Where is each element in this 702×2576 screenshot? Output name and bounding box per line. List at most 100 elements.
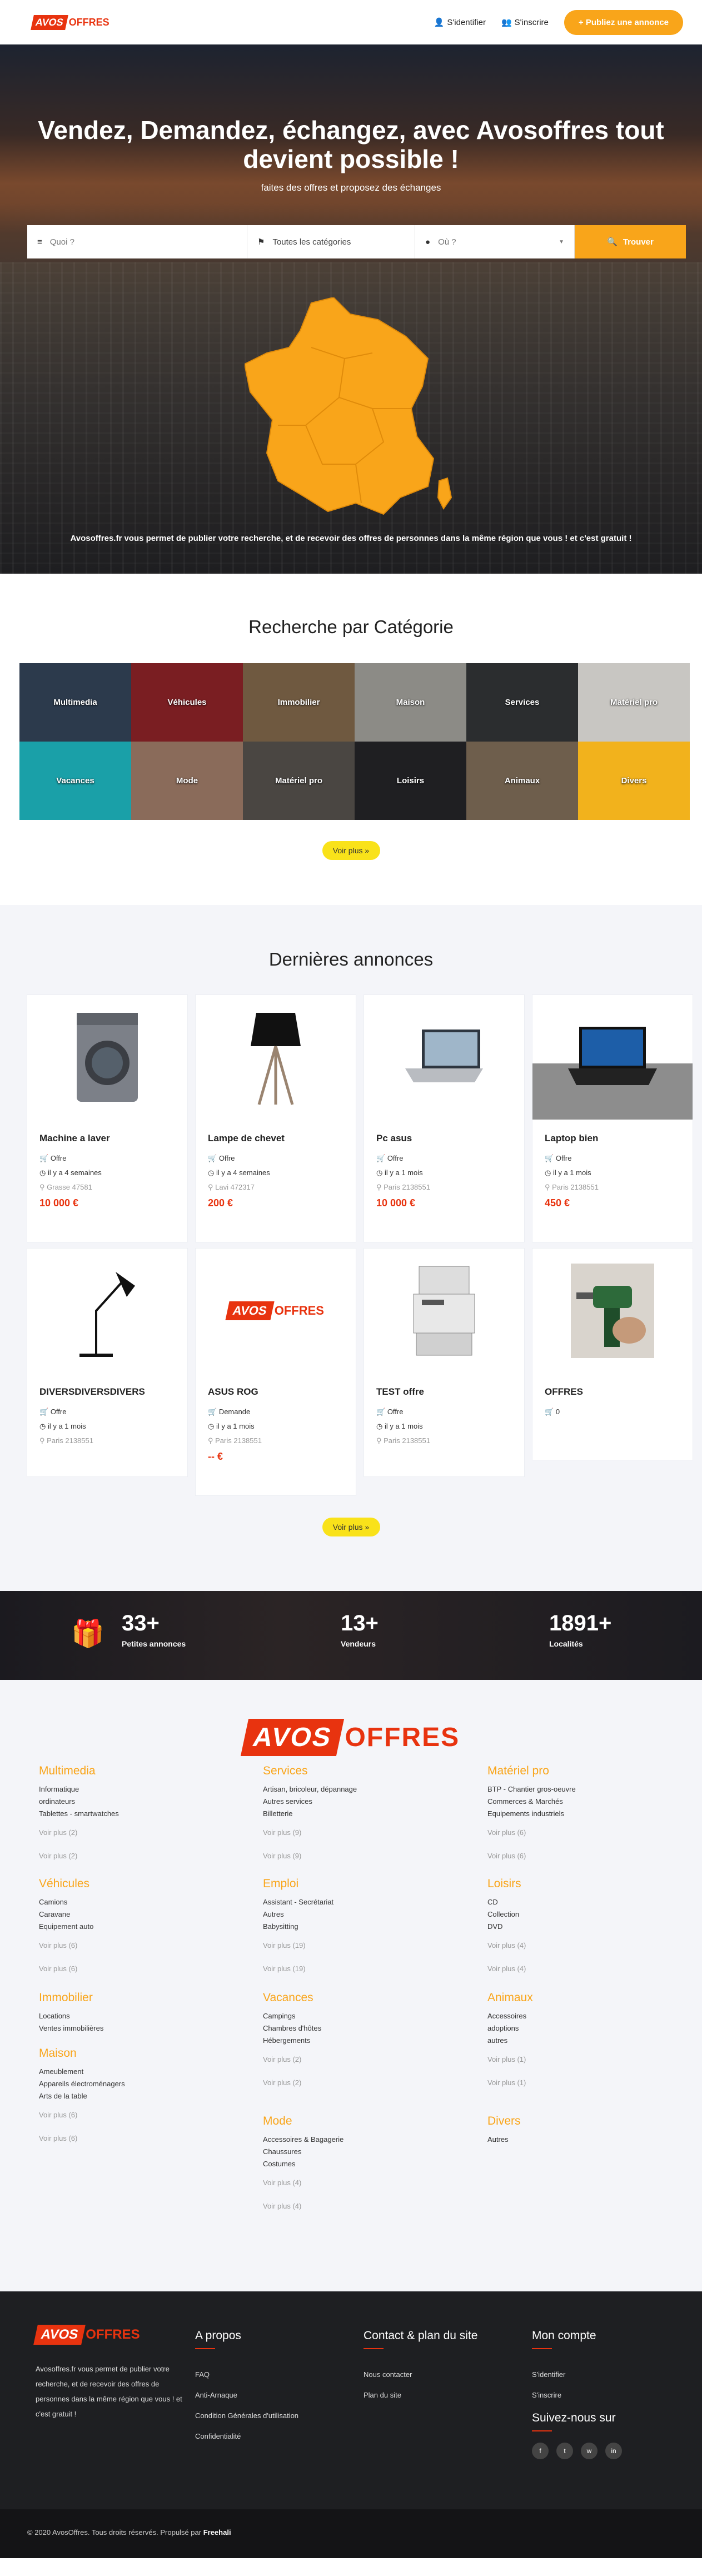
- category-group-item[interactable]: Equipement auto: [39, 1921, 206, 1933]
- category-group-item[interactable]: Caravane: [39, 1908, 206, 1921]
- category-group-item[interactable]: DVD: [487, 1921, 654, 1933]
- category-group-more[interactable]: Voir plus (6): [39, 2132, 206, 2145]
- register-link[interactable]: 👥 S'inscrire: [501, 17, 549, 27]
- category-group-title[interactable]: Emploi: [263, 1877, 430, 1891]
- login-link[interactable]: 👤 S'identifier: [434, 17, 486, 27]
- category-group-item[interactable]: Ameublement: [39, 2066, 206, 2078]
- category-group-title[interactable]: Mode: [263, 2115, 430, 2128]
- ad-card[interactable]: OFFRES 🛒 0: [532, 1249, 693, 1460]
- category-group-more[interactable]: Voir plus (4): [263, 2200, 430, 2212]
- ad-title[interactable]: TEST offre: [376, 1386, 512, 1398]
- footer-logo[interactable]: AVOS OFFRES: [33, 2325, 194, 2345]
- category-group-more[interactable]: Voir plus (4): [487, 1963, 654, 1975]
- category-group-more[interactable]: Voir plus (1): [487, 2077, 654, 2089]
- category-group-item[interactable]: Arts de la table: [39, 2090, 206, 2102]
- category-group-item[interactable]: Informatique: [39, 1783, 206, 1796]
- ad-card[interactable]: Laptop bien 🛒 Offre ◷ il y a 1 mois ⚲ Paris…: [532, 995, 693, 1242]
- category-group-item[interactable]: Ventes immobilières: [39, 2022, 206, 2035]
- category-group-item[interactable]: Campings: [263, 2010, 430, 2022]
- category-group-item[interactable]: Tablettes - smartwatches: [39, 1808, 206, 1820]
- category-group-more[interactable]: Voir plus (19): [263, 1963, 430, 1975]
- category-tile[interactable]: Multimedia: [19, 663, 131, 742]
- category-group-title[interactable]: Multimedia: [39, 1764, 206, 1778]
- footer-link-anti-arnaque[interactable]: Anti-Arnaque: [195, 2391, 298, 2399]
- ad-title[interactable]: Lampe de chevet: [208, 1133, 343, 1144]
- ad-card[interactable]: Lampe de chevet 🛒 Offre ◷ il y a 4 semaine…: [196, 995, 356, 1242]
- facebook-icon[interactable]: f: [532, 2443, 549, 2459]
- category-group-more[interactable]: Voir plus (6): [39, 2109, 206, 2121]
- category-group-title[interactable]: Animaux: [487, 1991, 654, 2005]
- category-group-item[interactable]: Billetterie: [263, 1808, 430, 1820]
- footer-link-privacy[interactable]: Confidentialité: [195, 2432, 298, 2440]
- category-group-item[interactable]: ordinateurs: [39, 1796, 206, 1808]
- category-group-title[interactable]: Vacances: [263, 1991, 430, 2005]
- search-button[interactable]: 🔍 Trouver: [575, 225, 686, 258]
- category-group-more[interactable]: Voir plus (1): [487, 2053, 654, 2066]
- footer-link-cgu[interactable]: Condition Générales d'utilisation: [195, 2411, 298, 2420]
- twitter-icon[interactable]: t: [556, 2443, 573, 2459]
- category-tile[interactable]: Vacances: [19, 742, 131, 820]
- category-group-more[interactable]: Voir plus (9): [263, 1827, 430, 1839]
- ad-card[interactable]: AVOS OFFRES ASUS ROG 🛒 Demande ◷ il y a 1 mo…: [196, 1249, 356, 1495]
- category-group-more[interactable]: Voir plus (4): [263, 2177, 430, 2189]
- category-tile[interactable]: Matériel pro: [243, 742, 355, 820]
- ad-title[interactable]: Laptop bien: [545, 1133, 680, 1144]
- category-group-item[interactable]: Costumes: [263, 2158, 430, 2170]
- category-group-item[interactable]: autres: [487, 2035, 654, 2047]
- category-group-item[interactable]: Autres services: [263, 1796, 430, 1808]
- category-group-item[interactable]: CD: [487, 1896, 654, 1908]
- site-logo[interactable]: AVOS OFFRES: [31, 14, 109, 30]
- category-tile[interactable]: Mode: [131, 742, 243, 820]
- category-tile[interactable]: Matériel pro: [578, 663, 690, 742]
- category-group-item[interactable]: Chambres d'hôtes: [263, 2022, 430, 2035]
- category-group-item[interactable]: Commerces & Marchés: [487, 1796, 654, 1808]
- ad-card[interactable]: Machine a laver 🛒 Offre ◷ il y a 4 semaine…: [27, 995, 187, 1242]
- category-group-item[interactable]: Collection: [487, 1908, 654, 1921]
- ad-card[interactable]: Pc asus 🛒 Offre ◷ il y a 1 mois ⚲ Paris 213…: [364, 995, 524, 1242]
- category-group-title[interactable]: Divers: [487, 2115, 654, 2128]
- publish-button[interactable]: + Publiez une annonce: [564, 9, 683, 35]
- category-group-more[interactable]: Voir plus (4): [487, 1940, 654, 1952]
- footer-link-login[interactable]: S'identifier: [532, 2370, 622, 2379]
- category-group-more[interactable]: Voir plus (6): [39, 1963, 206, 1975]
- ad-card[interactable]: DIVERSDIVERSDIVERS 🛒 Offre ◷ il y a 1 mois…: [27, 1249, 187, 1476]
- category-group-item[interactable]: Assistant - Secrétariat: [263, 1896, 430, 1908]
- category-group-more[interactable]: Voir plus (2): [39, 1827, 206, 1839]
- category-tile[interactable]: Loisirs: [355, 742, 466, 820]
- footer-link-sitemap[interactable]: Plan du site: [364, 2391, 477, 2399]
- category-group-more[interactable]: Voir plus (6): [487, 1850, 654, 1862]
- ad-card[interactable]: TEST offre 🛒 Offre ◷ il y a 1 mois ⚲ Paris …: [364, 1249, 524, 1476]
- category-group-item[interactable]: Chaussures: [263, 2146, 430, 2158]
- category-group-item[interactable]: Hébergements: [263, 2035, 430, 2047]
- category-group-title[interactable]: Matériel pro: [487, 1764, 654, 1778]
- search-where[interactable]: ● Où ? ▼: [415, 225, 575, 258]
- footer-link-faq[interactable]: FAQ: [195, 2370, 298, 2379]
- category-group-title[interactable]: Véhicules: [39, 1877, 206, 1891]
- category-group-title[interactable]: Maison: [39, 2047, 206, 2060]
- category-group-item[interactable]: Camions: [39, 1896, 206, 1908]
- footer-link-register[interactable]: S'inscrire: [532, 2391, 622, 2399]
- whatsapp-icon[interactable]: w: [581, 2443, 598, 2459]
- france-map[interactable]: [245, 297, 461, 520]
- category-group-item[interactable]: Autres: [487, 2134, 654, 2146]
- search-what[interactable]: ≡ Quoi ?: [27, 225, 247, 258]
- category-group-item[interactable]: Equipements industriels: [487, 1808, 654, 1820]
- ad-title[interactable]: Pc asus: [376, 1133, 512, 1144]
- category-group-title[interactable]: Services: [263, 1764, 430, 1778]
- category-group-title[interactable]: Immobilier: [39, 1991, 206, 2005]
- category-group-more[interactable]: Voir plus (6): [487, 1827, 654, 1839]
- category-tile[interactable]: Services: [466, 663, 578, 742]
- category-group-item[interactable]: Accessoires: [487, 2010, 654, 2022]
- category-group-item[interactable]: Babysitting: [263, 1921, 430, 1933]
- category-tile[interactable]: Véhicules: [131, 663, 243, 742]
- category-group-more[interactable]: Voir plus (2): [39, 1850, 206, 1862]
- ad-title[interactable]: OFFRES: [545, 1386, 680, 1398]
- ads-more-button[interactable]: Voir plus »: [322, 1518, 380, 1536]
- category-tile[interactable]: Maison: [355, 663, 466, 742]
- ad-title[interactable]: DIVERSDIVERSDIVERS: [39, 1386, 175, 1398]
- category-group-item[interactable]: adoptions: [487, 2022, 654, 2035]
- powered-by-link[interactable]: Freehali: [203, 2528, 231, 2537]
- category-group-item[interactable]: BTP - Chantier gros-oeuvre: [487, 1783, 654, 1796]
- category-group-more[interactable]: Voir plus (2): [263, 2053, 430, 2066]
- category-tile[interactable]: Animaux: [466, 742, 578, 820]
